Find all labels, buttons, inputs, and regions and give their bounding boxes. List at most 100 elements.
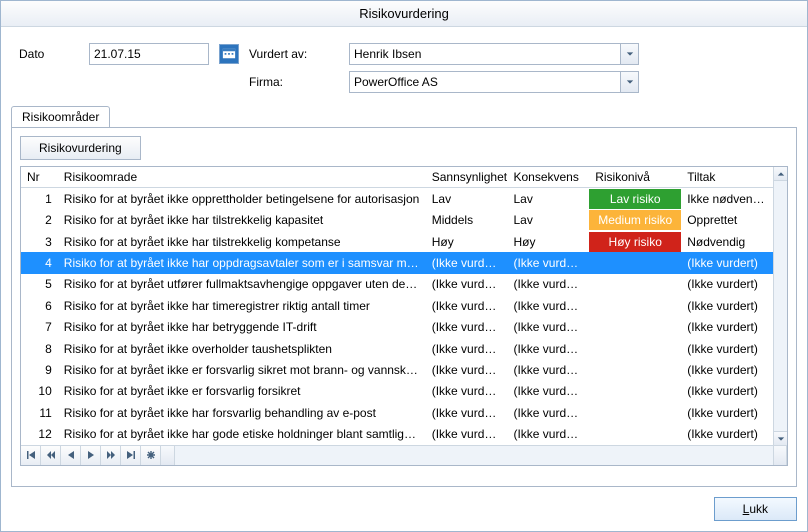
table-row[interactable]: 5Risiko for at byrået utfører fullmaktsa… [21, 274, 773, 295]
cell-sannsynlighet: (Ikke vurdert) [426, 424, 508, 446]
cell-sannsynlighet: (Ikke vurdert) [426, 274, 508, 295]
cell-risikoniva [589, 274, 681, 295]
vertical-scrollbar[interactable] [773, 167, 787, 445]
cell-risikoomrade: Risiko for at byrået ikke har tilstrekke… [58, 231, 426, 252]
table-row[interactable]: 2Risiko for at byrået ikke har tilstrekk… [21, 209, 773, 230]
cell-risikoomrade: Risiko for at byrået ikke har oppdragsav… [58, 252, 426, 273]
col-header-nr[interactable]: Nr [21, 167, 58, 188]
col-header-niva[interactable]: Risikonivå [589, 167, 681, 188]
col-header-tiltak[interactable]: Tiltak [681, 167, 773, 188]
cell-nr: 3 [21, 231, 58, 252]
chevron-down-icon [626, 47, 634, 61]
cell-konsekvens: (Ikke vurdert) [507, 381, 589, 402]
tabstrip: Risikoområder [11, 105, 797, 127]
table-row[interactable]: 9Risiko for at byrået ikke er forsvarlig… [21, 359, 773, 380]
vurdert-av-label: Vurdert av: [249, 47, 339, 61]
vurdert-av-combo[interactable] [349, 43, 639, 65]
cell-risikoniva [589, 338, 681, 359]
cell-risikoomrade: Risiko for at byrået ikke er forsvarlig … [58, 381, 426, 402]
cell-tiltak: (Ikke vurdert) [681, 252, 773, 273]
vurdert-av-input[interactable] [349, 43, 639, 65]
nav-last-button[interactable] [121, 446, 141, 465]
nav-add-button[interactable] [141, 446, 161, 465]
table-row[interactable]: 8Risiko for at byrået ikke overholder ta… [21, 338, 773, 359]
table-row[interactable]: 6Risiko for at byrået ikke har timeregis… [21, 295, 773, 316]
cell-risikoomrade: Risiko for at byrået ikke har tilstrekke… [58, 209, 426, 230]
cell-risikoniva [589, 295, 681, 316]
cell-tiltak: (Ikke vurdert) [681, 381, 773, 402]
cell-risikoniva [589, 402, 681, 423]
grid-table[interactable]: Nr Risikoomrade Sannsynlighet Konsekvens… [21, 167, 773, 445]
cell-tiltak: (Ikke vurdert) [681, 274, 773, 295]
nav-prev-page-button[interactable] [41, 446, 61, 465]
table-row[interactable]: 3Risiko for at byrået ikke har tilstrekk… [21, 231, 773, 252]
cell-konsekvens: Høy [507, 231, 589, 252]
cell-tiltak: Opprettet [681, 209, 773, 230]
cell-sannsynlighet: (Ikke vurdert) [426, 316, 508, 337]
hscroll-left-button[interactable] [161, 446, 175, 465]
chevron-down-icon [777, 432, 785, 446]
close-button[interactable]: Lukk [714, 497, 797, 521]
dialog-window: Risikovurdering Dato Vurdert av: Firma: [0, 0, 808, 532]
cell-nr: 6 [21, 295, 58, 316]
col-header-kons[interactable]: Konsekvens [507, 167, 589, 188]
table-row[interactable]: 1Risiko for at byrået ikke opprettholder… [21, 188, 773, 210]
nav-next-button[interactable] [81, 446, 101, 465]
cell-tiltak: (Ikke vurdert) [681, 338, 773, 359]
cell-nr: 10 [21, 381, 58, 402]
cell-nr: 2 [21, 209, 58, 230]
nav-first-button[interactable] [21, 446, 41, 465]
cell-risikoomrade: Risiko for at byrået ikke er forsvarlig … [58, 359, 426, 380]
cell-sannsynlighet: (Ikke vurdert) [426, 402, 508, 423]
risikovurdering-button[interactable]: Risikovurdering [20, 136, 141, 160]
hscroll-track[interactable] [175, 446, 773, 465]
calendar-button[interactable] [219, 44, 239, 64]
grid-navigator [21, 445, 787, 465]
firma-dropdown-button[interactable] [620, 72, 638, 92]
cell-risikoomrade: Risiko for at byrået ikke har betryggend… [58, 316, 426, 337]
table-row[interactable]: 7Risiko for at byrået ikke har betryggen… [21, 316, 773, 337]
cell-tiltak: (Ikke vurdert) [681, 295, 773, 316]
firma-combo[interactable] [349, 71, 639, 93]
asterisk-icon [146, 449, 156, 463]
cell-konsekvens: (Ikke vurdert) [507, 338, 589, 359]
cell-konsekvens: (Ikke vurdert) [507, 359, 589, 380]
scroll-up-button[interactable] [774, 167, 787, 181]
hscroll-right-button[interactable] [773, 446, 787, 465]
table-row[interactable]: 12Risiko for at byrået ikke har gode eti… [21, 424, 773, 446]
col-header-sann[interactable]: Sannsynlighet [426, 167, 508, 188]
next-page-icon [106, 449, 116, 463]
nav-next-page-button[interactable] [101, 446, 121, 465]
tab-risikoomrader[interactable]: Risikoområder [11, 106, 110, 127]
last-icon [126, 449, 136, 463]
cell-tiltak: (Ikke vurdert) [681, 424, 773, 446]
table-row[interactable]: 10Risiko for at byrået ikke er forsvarli… [21, 381, 773, 402]
firma-input[interactable] [349, 71, 639, 93]
cell-risikoniva: Medium risiko [589, 209, 681, 230]
cell-risikoniva [589, 359, 681, 380]
scroll-down-button[interactable] [774, 431, 787, 445]
cell-risikoomrade: Risiko for at byrået ikke har timeregist… [58, 295, 426, 316]
first-icon [26, 449, 36, 463]
nav-prev-button[interactable] [61, 446, 81, 465]
table-row[interactable]: 11Risiko for at byrået ikke har forsvarl… [21, 402, 773, 423]
cell-konsekvens: (Ikke vurdert) [507, 295, 589, 316]
col-header-omrade[interactable]: Risikoomrade [58, 167, 426, 188]
tab-container: Risikoområder Risikovurdering Nr Risikoo… [11, 105, 797, 487]
cell-sannsynlighet: Lav [426, 188, 508, 210]
cell-risikoomrade: Risiko for at byrået ikke opprettholder … [58, 188, 426, 210]
table-row[interactable]: 4Risiko for at byrået ikke har oppdragsa… [21, 252, 773, 273]
window-title: Risikovurdering [1, 1, 807, 27]
cell-nr: 9 [21, 359, 58, 380]
cell-risikoniva: Lav risiko [589, 188, 681, 210]
grid: Nr Risikoomrade Sannsynlighet Konsekvens… [20, 166, 788, 466]
date-label: Dato [19, 47, 79, 61]
date-input[interactable] [89, 43, 209, 65]
cell-tiltak: (Ikke vurdert) [681, 316, 773, 337]
cell-konsekvens: Lav [507, 209, 589, 230]
cell-tiltak: Nødvendig [681, 231, 773, 252]
cell-risikoomrade: Risiko for at byrået ikke overholder tau… [58, 338, 426, 359]
cell-konsekvens: Lav [507, 188, 589, 210]
vurdert-av-dropdown-button[interactable] [620, 44, 638, 64]
cell-tiltak: Ikke nødvendig [681, 188, 773, 210]
